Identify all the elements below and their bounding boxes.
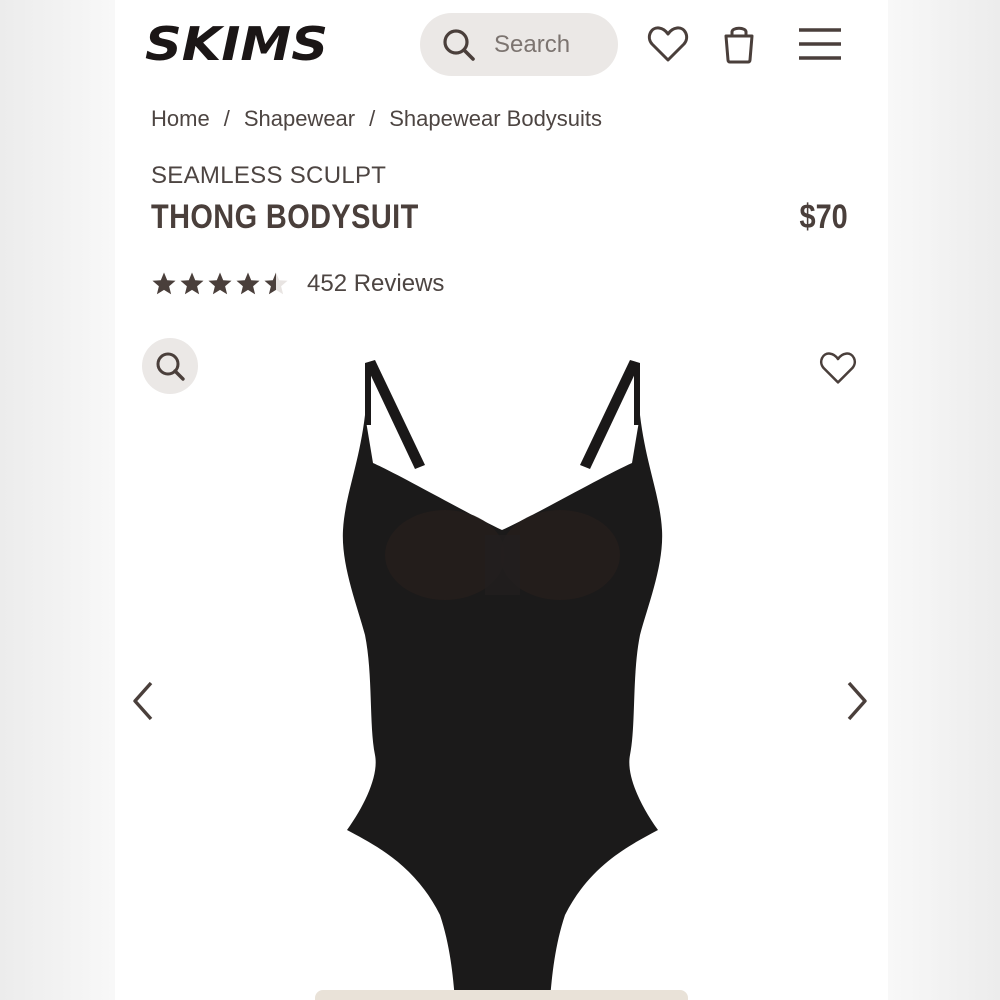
product-price: $70 bbox=[799, 198, 848, 236]
star-icon bbox=[180, 272, 204, 295]
zoom-icon bbox=[156, 352, 185, 381]
svg-text:SKIMS: SKIMS bbox=[145, 18, 328, 68]
breadcrumb-home[interactable]: Home bbox=[151, 106, 210, 132]
star-icon bbox=[264, 272, 288, 295]
menu-icon[interactable] bbox=[797, 26, 843, 62]
star-icon bbox=[236, 272, 260, 295]
search-placeholder: Search bbox=[494, 30, 571, 58]
product-title: THONG BODYSUIT bbox=[151, 198, 419, 236]
shopping-bag-icon[interactable] bbox=[721, 24, 757, 64]
breadcrumb-separator: / bbox=[223, 106, 230, 131]
add-to-bag-bar[interactable] bbox=[315, 990, 688, 1000]
background-left bbox=[0, 0, 115, 1000]
collection-name: SEAMLESS SCULPT bbox=[151, 162, 387, 189]
product-page: SKIMS Search Home / Shapewear / Shapewea… bbox=[115, 0, 888, 1000]
chevron-left-icon[interactable] bbox=[129, 679, 157, 723]
breadcrumb-shapewear[interactable]: Shapewear bbox=[244, 106, 355, 132]
background-right bbox=[888, 0, 1000, 1000]
reviews-link[interactable]: 452 Reviews bbox=[307, 270, 444, 298]
star-icon bbox=[152, 272, 176, 295]
breadcrumb-shapewear-bodysuits[interactable]: Shapewear Bodysuits bbox=[389, 106, 602, 132]
skims-logo[interactable]: SKIMS bbox=[145, 18, 330, 68]
star-icon bbox=[208, 272, 232, 295]
zoom-button[interactable] bbox=[142, 338, 198, 394]
search-bar[interactable]: Search bbox=[420, 13, 618, 76]
chevron-right-icon[interactable] bbox=[843, 679, 871, 723]
star-rating bbox=[151, 271, 289, 297]
heart-icon[interactable] bbox=[647, 24, 689, 64]
product-image bbox=[342, 360, 663, 1000]
rating-summary: 452 Reviews bbox=[151, 270, 444, 298]
breadcrumb: Home / Shapewear / Shapewear Bodysuits bbox=[151, 106, 602, 132]
search-icon bbox=[443, 28, 475, 61]
breadcrumb-separator: / bbox=[369, 106, 376, 131]
wishlist-heart-icon[interactable] bbox=[819, 350, 857, 386]
